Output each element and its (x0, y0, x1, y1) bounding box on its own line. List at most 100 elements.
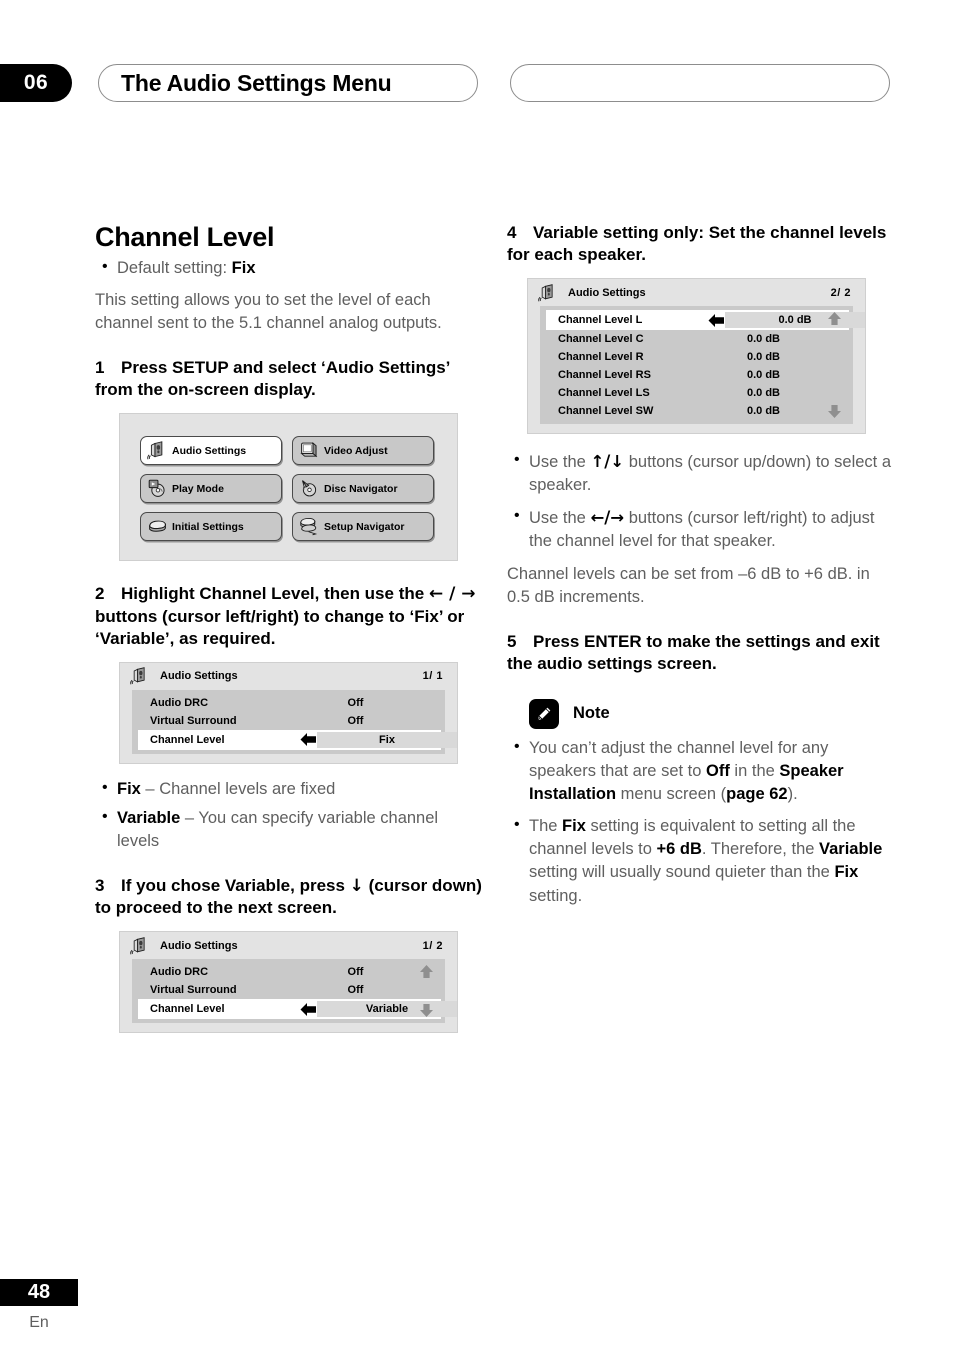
note-text: menu screen ( (616, 785, 727, 804)
osd-row-label: Channel Level C (558, 333, 644, 346)
note-item: You can’t adjust the channel level for a… (507, 736, 895, 806)
step-5: 5 Press ENTER to make the settings and ex… (507, 631, 895, 675)
osd-row-value: Off (347, 714, 364, 727)
monitor-icon (299, 440, 320, 461)
cursor-arrows-icon: ←/→ (590, 508, 625, 528)
scroll-up-icon[interactable] (419, 964, 434, 979)
osd-row-value-wrap: Off (300, 694, 411, 712)
scroll-down-icon[interactable] (419, 1003, 434, 1018)
setup-button-play-mode[interactable]: Play Mode (140, 474, 282, 504)
cursor-right-icon[interactable] (865, 314, 866, 327)
osd-row[interactable]: Channel Level C 0.0 dB (540, 330, 853, 348)
osd-row[interactable]: Channel Level LS 0.0 dB (540, 384, 853, 402)
osd-row-value: Variable (365, 1003, 409, 1016)
scroll-up-icon[interactable] (827, 311, 842, 326)
step-3-text-a: If you chose Variable, press (121, 876, 350, 896)
option-desc: – Channel levels are fixed (140, 779, 336, 798)
step-5-text: Press ENTER to make the settings and exi… (507, 631, 880, 673)
osd-row-selected[interactable]: Channel Level Variable (138, 999, 457, 1020)
osd-row[interactable]: Channel Level SW 0.0 dB (540, 402, 853, 420)
note-text: ). (787, 785, 798, 804)
pencil-icon (529, 698, 559, 729)
osd-row-label: Virtual Surround (150, 714, 237, 727)
osd-row-value: 0.0 dB (746, 405, 780, 418)
step-4-number: 4 (507, 223, 517, 242)
speaker-icon (130, 936, 150, 956)
default-setting-list: Default setting: Fix (95, 256, 483, 280)
step-3-number: 3 (95, 876, 105, 896)
osd-row-label: Audio DRC (150, 966, 209, 979)
osd-row[interactable]: Virtual Surround Off (132, 712, 445, 730)
osd-row-selected[interactable]: Channel Level L 0.0 dB (546, 310, 865, 331)
option-list: Fix – Channel levels are fixed Variable –… (95, 777, 483, 853)
cursor-left-icon[interactable] (708, 313, 725, 327)
setup-button-label: Disc Navigator (324, 482, 398, 495)
note-text: The (529, 817, 563, 836)
osd-row-value-wrap: Off (300, 963, 411, 981)
osd-row[interactable]: Channel Level R 0.0 dB (540, 348, 853, 366)
step-1: 1 Press SETUP and select ‘Audio Settings’… (95, 357, 483, 401)
cursor-left-right-arrows: ← / → (428, 584, 476, 605)
speaker-icon (538, 283, 558, 303)
osd-scroll-indicators (417, 959, 439, 1023)
osd-row[interactable]: Audio DRC Off (132, 694, 445, 712)
note-list: You can’t adjust the channel level for a… (507, 736, 895, 908)
step-4-text: Variable setting only: Set the channel l… (507, 223, 887, 265)
osd-scroll-indicators (417, 690, 439, 754)
cursor-left-icon[interactable] (300, 733, 317, 747)
speaker-icon (147, 440, 168, 461)
osd-row-label: Channel Level RS (558, 369, 651, 382)
note-emphasis: Off (706, 762, 730, 781)
setup-navigator-icon (299, 516, 320, 537)
osd-page-indicator: 2/ 2 (830, 286, 851, 299)
osd-row-value-wrap: 0.0 dB (708, 366, 819, 384)
osd-screenshot-variable: Audio Settings 1/ 2 Audio DRC Off Virtual Su… (119, 931, 458, 1034)
usage-list: Use the ↑/↓ buttons (cursor up/down) to … (507, 449, 895, 553)
note-item: The Fix setting is equivalent to setting… (507, 814, 895, 907)
osd-row-selected[interactable]: Channel Level Fix (138, 729, 457, 750)
cursor-right-icon[interactable] (457, 1003, 458, 1016)
cursor-left-icon[interactable] (300, 1002, 317, 1016)
scroll-down-icon[interactable] (827, 404, 842, 419)
setup-button-label: Audio Settings (172, 444, 247, 457)
osd-row[interactable]: Virtual Surround Off (132, 981, 445, 999)
osd-row-value-wrap: Off (300, 712, 411, 730)
osd-row-value: Off (347, 696, 364, 709)
osd-row-value: 0.0 dB (746, 369, 780, 382)
setup-button-label: Initial Settings (172, 520, 244, 533)
header-pill-empty (510, 64, 890, 102)
osd-row-label: Virtual Surround (150, 984, 237, 997)
osd-row[interactable]: Channel Level RS 0.0 dB (540, 366, 853, 384)
setup-button-audio-settings[interactable]: Audio Settings (140, 436, 282, 466)
step-1-number: 1 (95, 358, 105, 378)
default-setting-item: Default setting: Fix (95, 256, 483, 280)
osd-row-value-wrap: 0.0 dB (708, 402, 819, 420)
cursor-right-icon[interactable] (457, 733, 458, 746)
step-2: 2 Highlight Channel Level, then use the ←… (95, 583, 483, 649)
setup-menu-screenshot: Audio Settings Video Adjust Play Mode Di… (119, 413, 458, 562)
usage-text-pre: Use the (529, 453, 591, 472)
range-paragraph: Channel levels can be set from –6 dB to … (507, 564, 870, 606)
intro-paragraph: This setting allows you to set the level… (95, 291, 442, 333)
setup-button-initial-settings[interactable]: Initial Settings (140, 512, 282, 542)
osd-row-label: Channel Level SW (558, 405, 654, 418)
usage-text-pre: Use the (529, 509, 591, 528)
osd-title: Audio Settings (568, 286, 646, 299)
step-4: 4 Variable setting only: Set the channel … (507, 222, 895, 266)
step-2-text-b: buttons (cursor left/right) to change to… (95, 606, 465, 648)
osd-title: Audio Settings (160, 670, 238, 683)
note-text: . Therefore, the (701, 840, 820, 859)
osd-row-value-wrap: 0.0 dB (708, 384, 819, 402)
page-title: The Audio Settings Menu (121, 69, 392, 96)
note-emphasis: +6 dB (656, 840, 702, 859)
note-text: in the (729, 762, 780, 781)
step-5-number: 5 (507, 631, 517, 651)
osd-header: Audio Settings 1/ 2 (120, 932, 457, 960)
osd-row-label: Audio DRC (150, 696, 209, 709)
osd-screenshot-channel-levels: Audio Settings 2/ 2 Channel Level L 0.0 dB C… (527, 278, 866, 435)
setup-button-disc-navigator[interactable]: Disc Navigator (292, 474, 434, 504)
setup-button-video-adjust[interactable]: Video Adjust (292, 436, 434, 466)
step-2-number: 2 (95, 584, 105, 604)
osd-row[interactable]: Audio DRC Off (132, 963, 445, 981)
setup-button-setup-navigator[interactable]: Setup Navigator (292, 512, 434, 542)
